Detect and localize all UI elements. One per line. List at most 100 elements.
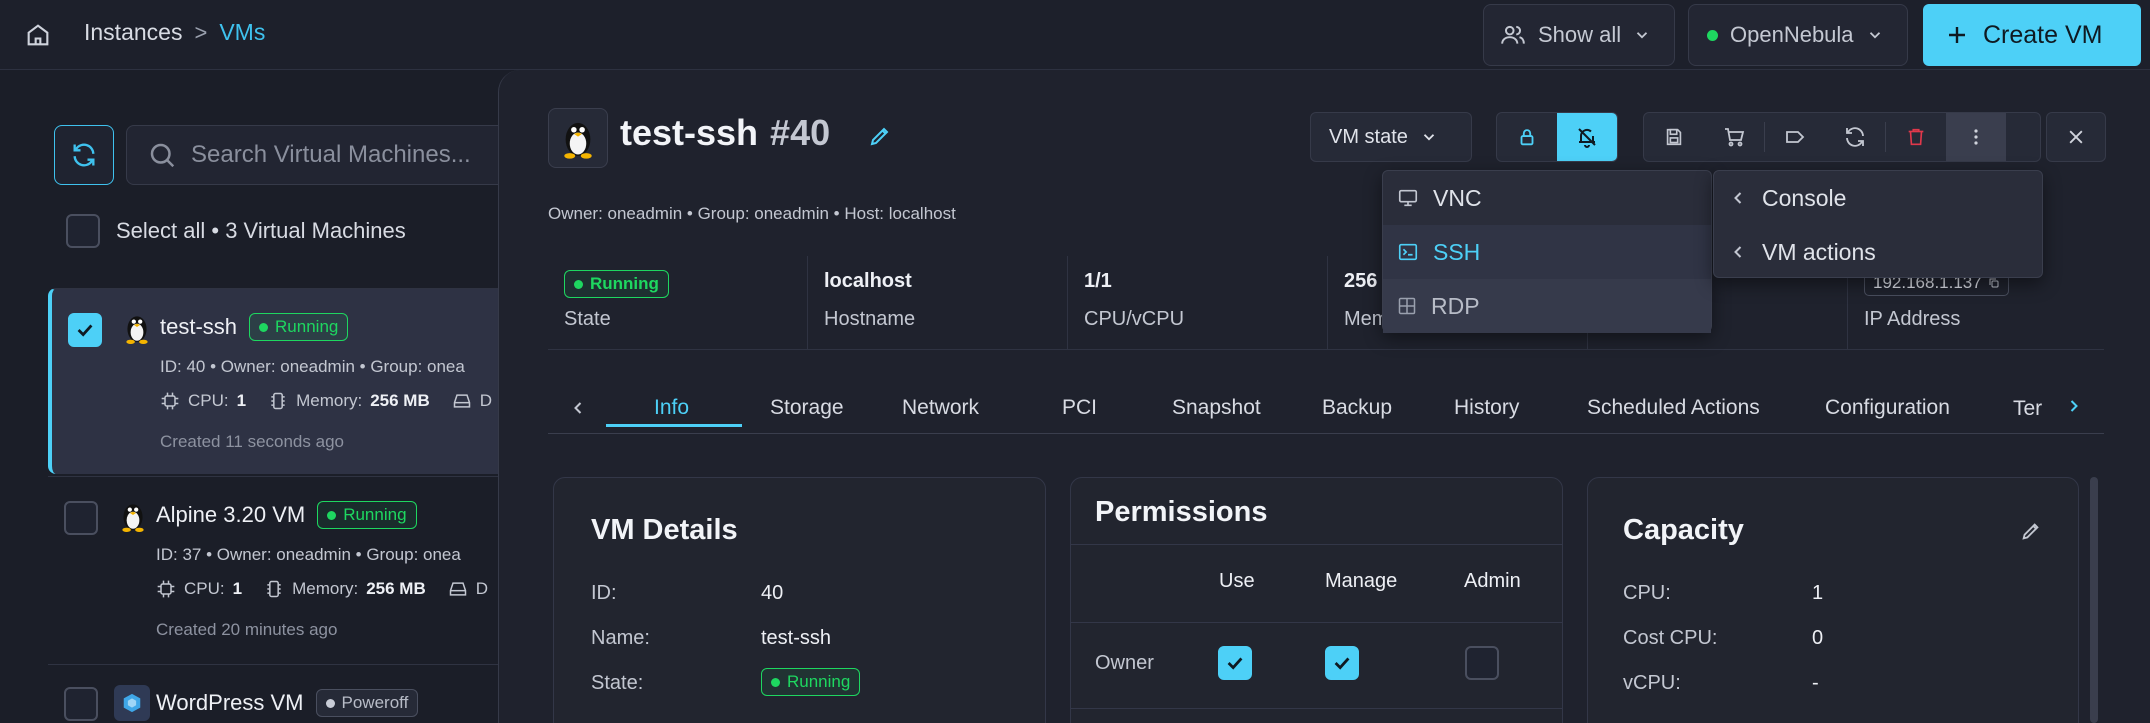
- detail-value: test-ssh: [761, 627, 832, 649]
- more-actions-button[interactable]: [1946, 113, 2006, 161]
- vm-checkbox[interactable]: [64, 687, 98, 721]
- state-cell: Running State: [548, 256, 808, 350]
- memory-icon: [267, 580, 281, 598]
- vm-list-item[interactable]: WordPress VM Poweroff: [48, 664, 508, 723]
- vm-list-item[interactable]: Alpine 3.20 VM Running ID: 37 • Owner: o…: [48, 476, 508, 662]
- menu-item-console[interactable]: Console: [1714, 171, 2042, 225]
- tab-info[interactable]: Info: [654, 396, 689, 420]
- linux-tux-icon: [122, 504, 144, 532]
- chevron-left-icon[interactable]: [568, 398, 588, 418]
- cpu-icon: [157, 580, 175, 598]
- capacity-value: 1: [1812, 582, 1824, 604]
- menu-item-ssh[interactable]: SSH: [1383, 225, 1711, 279]
- chevron-down-icon: [1637, 32, 1648, 39]
- owner-admin-checkbox[interactable]: [1465, 646, 1499, 680]
- tab-scheduled-actions[interactable]: Scheduled Actions: [1587, 396, 1760, 420]
- breadcrumb-vms[interactable]: VMs: [219, 19, 265, 46]
- show-all-label: Show all: [1538, 22, 1622, 47]
- windows-icon: [1398, 297, 1416, 315]
- menu-item-vm-actions[interactable]: VM actions: [1714, 225, 2042, 279]
- vm-state-dropdown[interactable]: VM state: [1310, 112, 1472, 162]
- cpu-icon: [161, 392, 179, 410]
- select-all[interactable]: Select all • 3 Virtual Machines: [66, 214, 406, 248]
- permissions-title: Permissions: [1095, 496, 1268, 528]
- close-panel-button[interactable]: [2046, 112, 2106, 162]
- search-placeholder: Search Virtual Machines...: [191, 141, 471, 168]
- cpu-label: CPU/vCPU: [1084, 308, 1185, 330]
- vm-list-item[interactable]: test-ssh Running ID: 40 • Owner: oneadmi…: [48, 288, 508, 474]
- owner-use-checkbox[interactable]: [1218, 646, 1252, 680]
- monitor-icon: [1398, 189, 1418, 207]
- trash-icon: [1908, 128, 1924, 146]
- zone-label: OpenNebula: [1730, 22, 1854, 47]
- vm-resources: CPU: 1 Memory: 256 MB D: [160, 391, 492, 411]
- save-button[interactable]: [1644, 113, 1704, 161]
- capacity-key: Cost CPU:: [1623, 627, 1718, 649]
- wordpress-icon: [114, 685, 150, 721]
- tab-pci[interactable]: PCI: [1062, 396, 1097, 420]
- refresh-vm-button[interactable]: [1825, 113, 1885, 161]
- vm-name-row: WordPress VM Poweroff: [156, 689, 419, 717]
- zone-selector[interactable]: OpenNebula: [1688, 4, 1908, 66]
- tab-network[interactable]: Network: [902, 396, 979, 420]
- owner-manage-checkbox[interactable]: [1325, 646, 1359, 680]
- tab-storage[interactable]: Storage: [770, 396, 844, 420]
- show-all-button[interactable]: Show all: [1483, 4, 1675, 66]
- vm-state-label: VM state: [1329, 125, 1408, 148]
- vm-name: test-ssh: [160, 314, 238, 339]
- vm-meta: ID: 37 • Owner: oneadmin • Group: onea: [156, 545, 461, 564]
- capacity-key: vCPU:: [1623, 672, 1681, 694]
- select-all-checkbox[interactable]: [66, 214, 100, 248]
- terminal-icon: [1398, 243, 1418, 261]
- breadcrumb: Instances > VMs: [84, 19, 265, 46]
- detail-tabs: Info Storage Network PCI Snapshot Backup…: [548, 384, 2104, 434]
- plus-icon: [1949, 27, 1965, 43]
- detail-value: 40: [761, 582, 784, 604]
- edit-name-icon[interactable]: [868, 124, 892, 148]
- tab-history[interactable]: History: [1454, 396, 1519, 420]
- status-badge: Running: [564, 270, 669, 298]
- home-icon[interactable]: [24, 21, 52, 49]
- refresh-button[interactable]: [54, 125, 114, 185]
- hostname-value: localhost: [824, 270, 912, 292]
- top-bar: Instances > VMs Show all OpenNebula Crea…: [0, 0, 2150, 70]
- vm-actions-toolbar: [1643, 112, 2041, 162]
- lock-button[interactable]: [1497, 113, 1557, 161]
- delete-button[interactable]: [1886, 113, 1946, 161]
- marketplace-button[interactable]: [1704, 113, 1764, 161]
- refresh-icon: [1846, 127, 1864, 147]
- vm-checkbox[interactable]: [68, 313, 102, 347]
- breadcrumb-instances[interactable]: Instances: [84, 19, 182, 46]
- state-label: State: [564, 308, 611, 330]
- users-icon: [1501, 25, 1525, 44]
- detail-key: ID:: [591, 582, 617, 604]
- capacity-card: Capacity CPU: 1 Cost CPU: 0 vCPU: -: [1587, 477, 2079, 723]
- notification-off-icon: [1578, 128, 1596, 148]
- vm-name: WordPress VM: [156, 690, 304, 715]
- chevron-right-icon[interactable]: [2064, 396, 2084, 416]
- hostname-cell: localhost Hostname: [808, 256, 1068, 350]
- menu-item-rdp[interactable]: RDP: [1383, 279, 1711, 333]
- create-vm-button[interactable]: Create VM: [1923, 4, 2141, 66]
- tab-template[interactable]: Ter: [2013, 397, 2042, 421]
- label-button[interactable]: [1765, 113, 1825, 161]
- ip-label: IP Address: [1864, 308, 1961, 330]
- remote-access-button[interactable]: [1557, 113, 1617, 161]
- memory-icon: [271, 392, 285, 410]
- detail-scrollbar[interactable]: [2090, 477, 2098, 723]
- permissions-card: Permissions Use Manage Admin Owner: [1070, 477, 1563, 723]
- vm-checkbox[interactable]: [64, 501, 98, 535]
- chevron-down-icon: [1869, 32, 1880, 39]
- menu-item-vnc[interactable]: VNC: [1383, 171, 1711, 225]
- capacity-title: Capacity: [1623, 514, 1744, 546]
- tab-snapshot[interactable]: Snapshot: [1172, 396, 1261, 420]
- capacity-key: CPU:: [1623, 582, 1671, 604]
- vm-name-row: Alpine 3.20 VM Running: [156, 501, 417, 529]
- status-badge: Poweroff: [315, 689, 419, 717]
- edit-capacity-icon[interactable]: [2020, 520, 2042, 542]
- search-input[interactable]: Search Virtual Machines...: [126, 125, 506, 185]
- tab-configuration[interactable]: Configuration: [1825, 396, 1950, 420]
- perm-col-manage: Manage: [1325, 570, 1398, 592]
- tab-backup[interactable]: Backup: [1322, 396, 1392, 420]
- select-all-label: Select all • 3 Virtual Machines: [116, 218, 406, 243]
